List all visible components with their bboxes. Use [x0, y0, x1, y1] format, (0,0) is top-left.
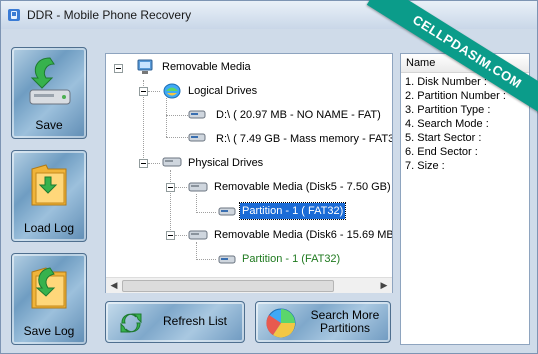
- save-button-label: Save: [35, 118, 63, 132]
- collapse-toggle[interactable]: [139, 159, 148, 168]
- property-size: 7. Size :: [405, 160, 445, 172]
- refresh-list-label: Refresh List: [162, 314, 228, 328]
- scroll-right-icon[interactable]: ▶: [378, 280, 390, 291]
- drive-icon: [188, 110, 206, 119]
- property-start-sector: 5. Start Sector :: [405, 132, 482, 144]
- partition-icon: [218, 207, 236, 216]
- app-window: DDR - Mobile Phone Recovery CELLPDASIM.C…: [0, 0, 538, 354]
- removable-media-icon: [137, 59, 153, 74]
- property-disk-number: 1. Disk Number :: [405, 76, 487, 88]
- load-log-button[interactable]: Load Log: [11, 150, 87, 242]
- partition-icon: [218, 255, 236, 264]
- refresh-icon: [120, 313, 142, 333]
- property-search-mode: 4. Search Mode :: [405, 118, 489, 130]
- load-log-button-label: Load Log: [23, 221, 75, 235]
- drive-tree[interactable]: Removable Media Logical Drives D:\ ( 20.…: [105, 53, 393, 293]
- collapse-toggle[interactable]: [166, 183, 175, 192]
- disk5-label[interactable]: Removable Media (Disk5 - 7.50 GB): [214, 179, 391, 195]
- tree-horizontal-scrollbar[interactable]: ◀ ▶: [106, 277, 392, 293]
- property-partition-type: 3. Partition Type :: [405, 104, 491, 116]
- refresh-list-button[interactable]: Refresh List: [105, 301, 245, 343]
- tree-root-label[interactable]: Removable Media: [162, 59, 251, 75]
- save-log-button[interactable]: Save Log: [11, 253, 87, 345]
- save-log-button-label: Save Log: [23, 324, 75, 338]
- name-column-header: Name: [406, 57, 436, 69]
- physical-drives-label[interactable]: Physical Drives: [188, 155, 263, 171]
- disk-icon: [188, 182, 208, 192]
- scroll-thumb[interactable]: [122, 280, 334, 292]
- save-button[interactable]: Save: [11, 47, 87, 139]
- collapse-toggle[interactable]: [166, 231, 175, 240]
- scroll-left-icon[interactable]: ◀: [108, 280, 120, 291]
- logical-drive-r[interactable]: R:\ ( 7.49 GB - Mass memory - FAT32): [216, 131, 392, 147]
- title-bar: DDR - Mobile Phone Recovery: [1, 1, 537, 29]
- disk-icon: [188, 230, 208, 240]
- app-icon: [8, 9, 20, 21]
- logical-drives-label[interactable]: Logical Drives: [188, 83, 257, 99]
- logical-drive-d[interactable]: D:\ ( 20.97 MB - NO NAME - FAT): [216, 107, 381, 123]
- drive-icon: [188, 133, 206, 142]
- drive-save-icon: [29, 57, 71, 105]
- logical-drives-icon: [163, 83, 181, 99]
- properties-panel: Name 1. Disk Number : 2. Partition Numbe…: [400, 53, 530, 345]
- window-title: DDR - Mobile Phone Recovery: [27, 8, 192, 22]
- folder-save-icon: [31, 267, 67, 309]
- disk5-partition1[interactable]: Partition - 1 ( FAT32): [238, 202, 347, 220]
- disk6-partition1[interactable]: Partition - 1 (FAT32): [242, 251, 340, 267]
- collapse-toggle[interactable]: [139, 87, 148, 96]
- collapse-toggle[interactable]: [114, 64, 123, 73]
- search-more-partitions-button[interactable]: Search More Partitions: [255, 301, 391, 343]
- search-more-line2: Partitions: [319, 321, 371, 335]
- pie-chart-icon: [266, 308, 296, 338]
- physical-drives-icon: [162, 157, 182, 167]
- disk6-label[interactable]: Removable Media (Disk6 - 15.69 MB): [214, 227, 392, 243]
- property-end-sector: 6. End Sector :: [405, 146, 478, 158]
- folder-load-icon: [31, 164, 67, 206]
- property-partition-number: 2. Partition Number :: [405, 90, 506, 102]
